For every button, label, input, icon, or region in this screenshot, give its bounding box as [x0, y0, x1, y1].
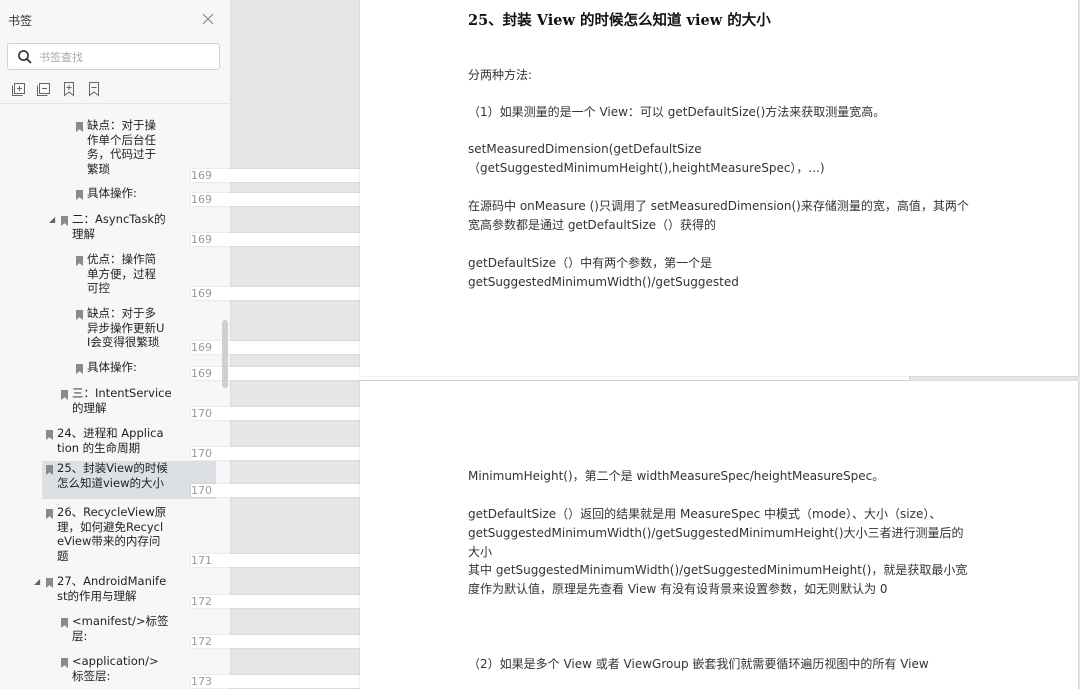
sidebar-title: 书签	[8, 14, 33, 28]
bookmark-icon	[46, 430, 53, 440]
bookmark-icon	[61, 658, 68, 668]
bookmark-icon	[76, 122, 83, 132]
document-page: MinimumHeight()，第二个是 widthMeasureSpec/he…	[360, 381, 1078, 689]
close-icon[interactable]	[200, 11, 216, 27]
bookmark-label: 二：AsyncTask的 理解	[72, 212, 166, 241]
bookmark-item[interactable]: <application/> 标签层: 173	[0, 654, 909, 689]
bookmark-item[interactable]: 三：IntentService 的理解 170	[0, 386, 909, 422]
paragraph: 在源码中 onMeasure ()只调用了 setMeasuredDimensi…	[468, 199, 969, 232]
expand-arrow-icon[interactable]: ◢	[49, 215, 55, 224]
bookmark-icon	[61, 216, 68, 226]
bookmark-label: <application/> 标签层:	[72, 654, 159, 683]
bookmark-item[interactable]: 缺点：对于多 异步操作更新U I会变得很繁琐 169	[0, 306, 909, 356]
bookmark-item[interactable]: 缺点：对于操 作单个后台任 务，代码过于 繁琐 169	[0, 118, 909, 184]
bookmark-label: 缺点：对于多 异步操作更新U I会变得很繁琐	[87, 306, 165, 349]
bookmark-label: 25、封装View的时候 怎么知道view的大小	[57, 461, 168, 490]
paragraph: setMeasuredDimension(getDefaultSize（getS…	[468, 142, 825, 175]
search-icon	[17, 49, 33, 65]
sidebar-divider	[0, 103, 231, 104]
bookmark-icon	[46, 578, 53, 588]
paragraph: getDefaultSize（）中有两个参数，第一个是 getSuggested…	[468, 256, 739, 289]
bookmark-icon	[46, 465, 53, 475]
bookmark-label: 优点：操作简 单方便，过程 可控	[87, 252, 156, 295]
bookmark-sidebar: 书签 缺点：对于操作单个后台任务，代码过于繁琐169 具体操作:169 ◢ 二：A…	[0, 0, 909, 689]
bookmark-label: <manifest/>标签 层:	[72, 614, 169, 643]
paragraph: 其中 getSuggestedMinimumWidth()/getSuggest…	[468, 563, 968, 596]
bookmark-icon	[61, 618, 68, 628]
bookmark-label: 26、RecycleView原 理，如何避免Recycl eView带来的内存问题	[57, 505, 167, 563]
expand-arrow-icon[interactable]: ◢	[34, 577, 40, 586]
bookmark-label: 具体操作:	[87, 360, 137, 374]
bookmark-icon	[76, 256, 83, 266]
bookmark-label: 24、进程和 Applica tion 的生命周期	[57, 426, 164, 455]
bookmark-item[interactable]: 26、RecycleView原 理，如何避免Recycl eView带来的内存问题 1…	[0, 505, 909, 569]
add-bookmark-icon[interactable]	[61, 81, 77, 97]
paragraph: getDefaultSize（）返回的结果就是用 MeasureSpec 中模式…	[468, 507, 964, 559]
bookmark-label: 缺点：对于操 作单个后台任 务，代码过于 繁琐	[87, 118, 156, 176]
paragraph: （1）如果测量的是一个 View：可以 getDefaultSize()方法来获…	[468, 105, 886, 119]
bookmark-search-input[interactable]	[39, 48, 209, 66]
bookmark-icon	[76, 364, 83, 374]
bookmark-item[interactable]: ◢ 27、AndroidManife st的作用与理解 172	[0, 574, 909, 610]
bookmark-item[interactable]: 优点：操作简 单方便，过程 可控 169	[0, 252, 909, 302]
remove-bookmark-icon[interactable]	[86, 81, 102, 97]
bookmark-label: 三：IntentService 的理解	[72, 386, 172, 415]
bookmark-icon	[76, 190, 83, 200]
bookmark-search-box[interactable]	[7, 43, 220, 70]
sidebar-header: 书签	[0, 0, 231, 40]
section-heading: 25、封装 View 的时候怎么知道 view 的大小	[468, 12, 771, 29]
sidebar-scrollbar[interactable]	[222, 320, 228, 388]
paragraph: 分两种方法:	[468, 68, 533, 82]
bookmark-item[interactable]: 具体操作: 169	[0, 186, 909, 208]
bookmark-icon	[61, 390, 68, 400]
bookmark-item[interactable]: 具体操作: 169	[0, 360, 909, 382]
bookmark-item[interactable]: 24、进程和 Applica tion 的生命周期 170	[0, 426, 909, 462]
expand-all-icon[interactable]	[11, 81, 27, 97]
bookmark-item[interactable]: 25、封装View的时候 怎么知道view的大小 170	[42, 461, 909, 499]
paragraph: MinimumHeight()，第二个是 widthMeasureSpec/he…	[468, 469, 885, 483]
bookmark-label: 27、AndroidManife st的作用与理解	[57, 574, 167, 603]
bookmark-item[interactable]: ◢ 二：AsyncTask的 理解 169	[0, 212, 909, 248]
bookmark-icon	[76, 310, 83, 320]
paragraph: （2）如果是多个 View 或者 ViewGroup 嵌套我们就需要循环遍历视图…	[468, 657, 929, 671]
collapse-all-icon[interactable]	[36, 81, 52, 97]
bookmark-item[interactable]: <manifest/>标签 层: 172	[0, 614, 909, 650]
bookmark-label: 具体操作:	[87, 186, 137, 200]
bookmark-icon	[46, 509, 53, 519]
document-page: 25、封装 View 的时候怎么知道 view 的大小 分两种方法: （1）如果…	[360, 0, 1078, 376]
